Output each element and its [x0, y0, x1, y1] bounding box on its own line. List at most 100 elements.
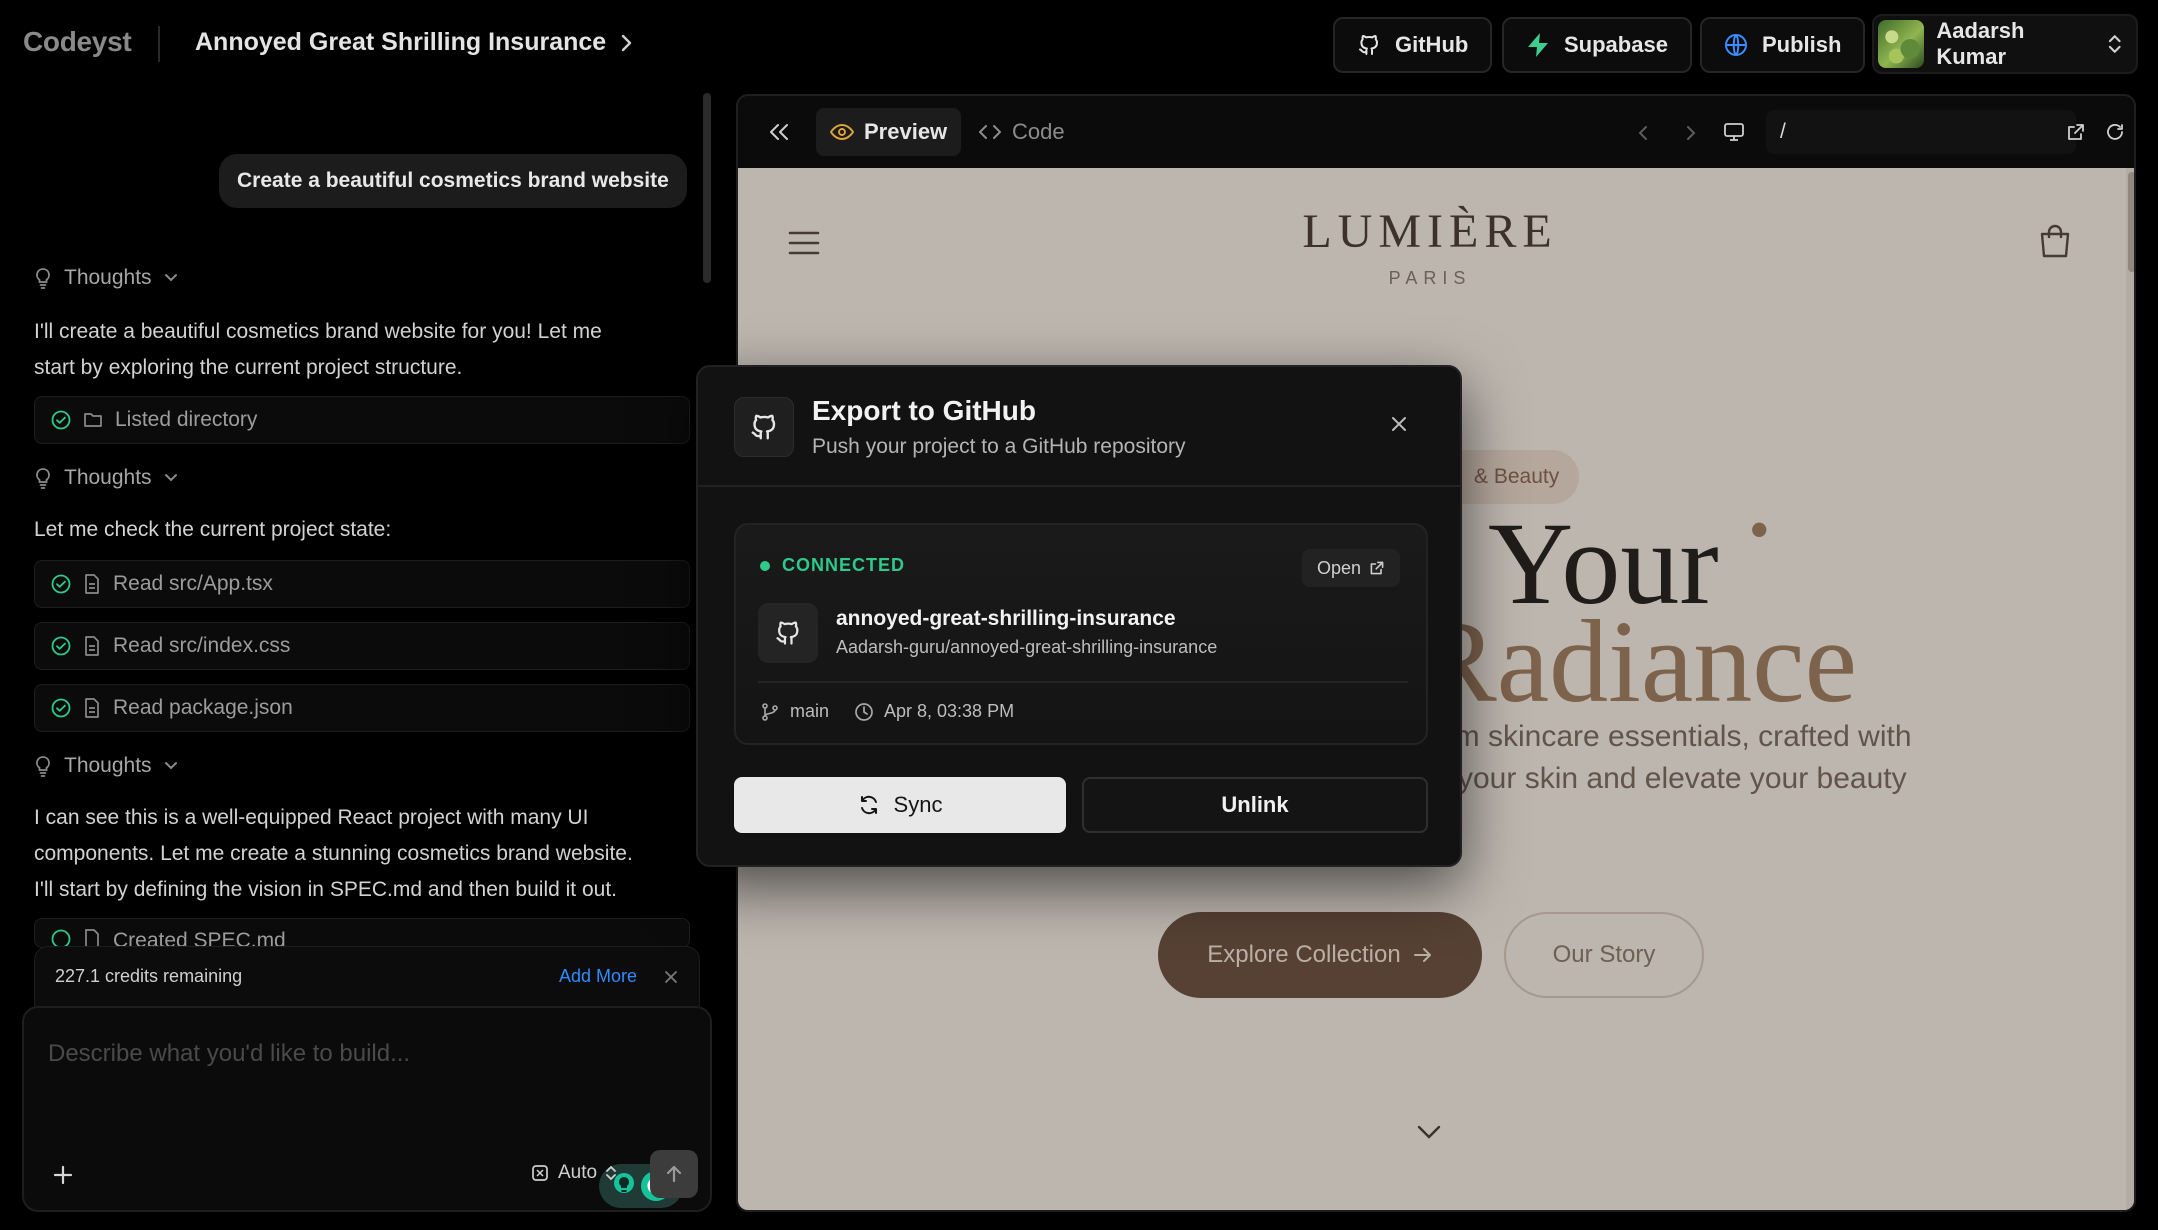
tab-preview[interactable]: Preview: [816, 108, 962, 156]
repo-github-icon: [758, 603, 818, 663]
user-message: Create a beautiful cosmetics brand websi…: [219, 154, 687, 208]
collapse-icon[interactable]: [768, 122, 790, 142]
assistant-message: Let me check the current project state:: [34, 518, 392, 541]
export-github-modal: Export to GitHub Push your project to a …: [696, 365, 1462, 867]
project-title[interactable]: Annoyed Great Shrilling Insurance: [195, 28, 634, 57]
url-bar[interactable]: /: [1766, 110, 2076, 154]
thoughts-toggle[interactable]: Thoughts: [34, 466, 178, 490]
assistant-message-line: I'll create a beautiful cosmetics brand …: [34, 320, 602, 343]
thoughts-label: Thoughts: [64, 466, 152, 489]
tool-call-listed-directory[interactable]: Listed directory: [34, 396, 690, 444]
assistant-message: I'll create a beautiful cosmetics brand …: [34, 314, 694, 386]
chat-panel: Create a beautiful cosmetics brand websi…: [0, 88, 720, 1230]
github-button[interactable]: GitHub: [1333, 17, 1493, 73]
supabase-button[interactable]: Supabase: [1502, 17, 1692, 73]
assistant-message-line: I'll start by defining the vision in SPE…: [34, 878, 617, 901]
file-icon: [85, 698, 99, 718]
sync-button[interactable]: Sync: [734, 777, 1066, 833]
last-sync-info: Apr 8, 03:38 PM: [854, 701, 1014, 722]
app-logo[interactable]: Codeyst: [23, 26, 132, 58]
tab-code-label: Code: [1012, 119, 1065, 144]
branch-name: main: [790, 701, 830, 721]
last-sync-time: Apr 8, 03:38 PM: [884, 701, 1015, 721]
git-branch-icon: [762, 702, 778, 721]
connection-status: CONNECTED: [760, 555, 905, 576]
refresh-icon[interactable]: [2105, 122, 2125, 142]
avatar: [1878, 20, 1925, 68]
top-bar: Codeyst Annoyed Great Shrilling Insuranc…: [0, 0, 2158, 88]
tab-preview-label: Preview: [864, 119, 948, 144]
user-menu-button[interactable]: Aadarsh Kumar: [1872, 14, 2138, 74]
lightbulb-icon: [36, 268, 50, 289]
tool-call-label: Read package.json: [113, 696, 293, 719]
add-more-link[interactable]: Add More: [559, 966, 637, 987]
thoughts-label: Thoughts: [64, 266, 152, 289]
assistant-message-line: components. Let me create a stunning cos…: [34, 842, 633, 865]
folder-icon: [84, 413, 102, 427]
chat-scrollbar[interactable]: [703, 93, 711, 283]
globe-icon: [1725, 34, 1747, 56]
modal-subtitle: Push your project to a GitHub repository: [812, 435, 1186, 458]
modal-header: Export to GitHub Push your project to a …: [698, 367, 1460, 487]
plus-icon[interactable]: [52, 1164, 74, 1186]
check-circle-icon: [51, 574, 71, 594]
thoughts-label: Thoughts: [64, 754, 152, 777]
lightbulb-icon: [36, 756, 50, 777]
preview-toolbar: Preview Code /: [738, 96, 2134, 168]
assistant-message: I can see this is a well-equipped React …: [34, 800, 694, 908]
model-selector[interactable]: Auto: [530, 1162, 617, 1184]
back-icon[interactable]: [1636, 124, 1650, 142]
clock-icon: [855, 702, 873, 721]
close-icon[interactable]: [663, 969, 679, 985]
unlink-button[interactable]: Unlink: [1082, 777, 1428, 833]
prompt-input[interactable]: Describe what you'd like to build...: [48, 1040, 410, 1068]
supabase-button-label: Supabase: [1564, 32, 1668, 57]
tool-call-read-package[interactable]: Read package.json: [34, 684, 690, 732]
monitor-icon[interactable]: [1723, 122, 1745, 142]
credits-remaining: 227.1 credits remaining: [55, 966, 243, 986]
tool-call-label: Read src/App.tsx: [113, 572, 273, 595]
user-name: Aadarsh Kumar: [1936, 18, 2025, 69]
assistant-message-line: start by exploring the current project s…: [34, 356, 463, 379]
supabase-icon: [1528, 33, 1548, 57]
github-icon: [734, 397, 794, 457]
open-repo-button[interactable]: Open: [1302, 549, 1400, 587]
project-title-text: Annoyed Great Shrilling Insurance: [195, 28, 607, 56]
branch-info: main: [760, 701, 829, 722]
chevron-right-icon: [622, 34, 632, 51]
github-icon: [1359, 35, 1378, 55]
status-badge: CONNECTED: [782, 555, 906, 575]
status-dot: [760, 560, 770, 571]
chevron-down-icon: [164, 274, 177, 282]
open-repo-label: Open: [1316, 557, 1362, 578]
file-icon: [85, 574, 99, 594]
thoughts-toggle[interactable]: Thoughts: [34, 754, 178, 778]
tool-call-read-css[interactable]: Read src/index.css: [34, 622, 690, 670]
file-icon: [85, 636, 99, 656]
external-link-icon[interactable]: [2066, 122, 2086, 142]
repo-path: Aadarsh-guru/annoyed-great-shrilling-ins…: [836, 637, 1218, 657]
chevron-updown-icon: [606, 1165, 616, 1181]
close-icon[interactable]: [1388, 413, 1410, 435]
repository-card: CONNECTED Open annoyed-great-shrilling-i…: [734, 523, 1428, 745]
publish-button[interactable]: Publish: [1700, 17, 1866, 73]
modal-title: Export to GitHub: [812, 395, 1036, 426]
sparkle-icon: [532, 1165, 548, 1181]
lightbulb-icon: [36, 468, 50, 489]
topbar-divider: [158, 26, 160, 62]
repo-name: annoyed-great-shrilling-insurance: [836, 607, 1176, 630]
sync-label: Sync: [893, 792, 943, 817]
tool-call-created-spec[interactable]: Created SPEC.md: [34, 918, 690, 948]
chevron-updown-icon: [2108, 35, 2121, 53]
forward-icon[interactable]: [1684, 124, 1698, 142]
check-circle-icon: [51, 698, 71, 718]
tool-call-read-app[interactable]: Read src/App.tsx: [34, 560, 690, 608]
tool-call-label: Read src/index.css: [113, 634, 291, 657]
chevron-down-icon: [164, 474, 177, 482]
model-label: Auto: [558, 1162, 598, 1183]
external-link-icon: [1370, 561, 1384, 575]
tab-code[interactable]: Code: [964, 108, 1079, 156]
refresh-icon: [860, 795, 877, 815]
thoughts-toggle[interactable]: Thoughts: [34, 266, 178, 290]
send-button[interactable]: [650, 1150, 698, 1198]
